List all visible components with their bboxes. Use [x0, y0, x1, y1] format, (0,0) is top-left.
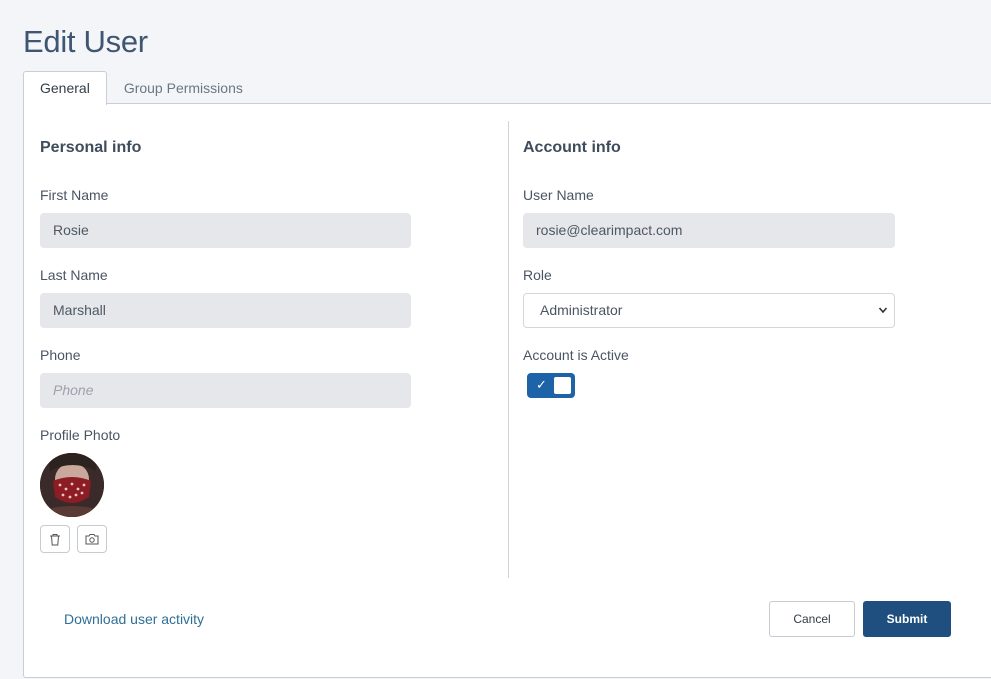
download-user-activity-link[interactable]: Download user activity [64, 611, 204, 627]
check-icon: ✓ [536, 377, 547, 392]
phone-field[interactable]: Phone [40, 373, 411, 408]
chevron-down-icon [878, 294, 888, 341]
account-active-toggle[interactable]: ✓ [527, 373, 575, 398]
camera-icon [85, 534, 99, 545]
tab-group-permissions[interactable]: Group Permissions [107, 71, 260, 104]
trash-icon [50, 533, 60, 545]
page-title: Edit User [23, 24, 148, 59]
user-name-label: User Name [523, 187, 594, 203]
personal-info-title: Personal info [40, 139, 142, 156]
role-select[interactable]: Administrator [523, 293, 895, 328]
column-divider [508, 121, 509, 578]
cancel-button[interactable]: Cancel [769, 601, 855, 637]
avatar [40, 453, 104, 517]
account-active-label: Account is Active [523, 347, 629, 363]
submit-button[interactable]: Submit [863, 601, 951, 637]
first-name-field[interactable]: Rosie [40, 213, 411, 248]
user-name-field[interactable]: rosie@clearimpact.com [523, 213, 895, 248]
edit-user-panel: Personal info First Name Rosie Last Name… [23, 103, 991, 678]
account-info-title: Account info [523, 139, 621, 156]
role-select-value: Administrator [540, 302, 623, 318]
profile-photo-label: Profile Photo [40, 427, 121, 443]
upload-photo-button[interactable] [77, 525, 107, 553]
delete-photo-button[interactable] [40, 525, 70, 553]
tab-bar: General Group Permissions [23, 71, 260, 105]
toggle-knob [554, 377, 571, 394]
last-name-label: Last Name [40, 267, 108, 283]
last-name-field[interactable]: Marshall [40, 293, 411, 328]
role-label: Role [523, 267, 552, 283]
phone-label: Phone [40, 347, 81, 363]
first-name-label: First Name [40, 187, 109, 203]
tab-general[interactable]: General [23, 71, 107, 105]
avatar-image [40, 453, 104, 517]
